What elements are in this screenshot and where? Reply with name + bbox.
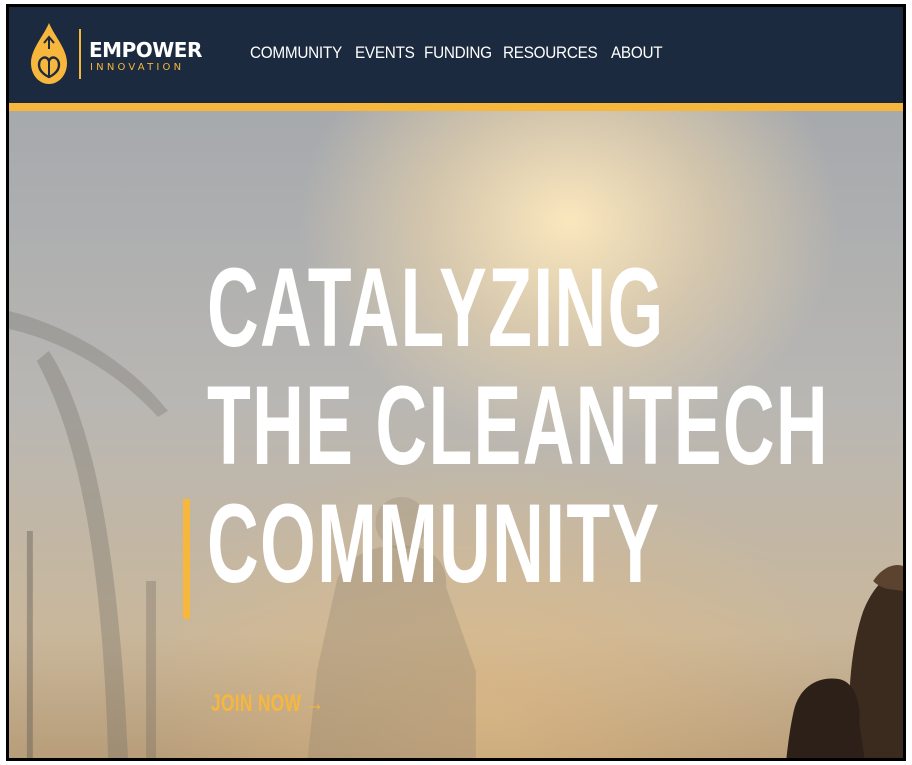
hero-section: CATALYZING THE CLEANTECH COMMUNITY <box>9 111 903 758</box>
hero-headline-line-1: CATALYZING <box>207 245 665 370</box>
page-frame: EMPOWER INNOVATION COMMUNITY EVENTS FUND… <box>6 4 906 761</box>
nav-funding[interactable]: FUNDING <box>424 43 492 63</box>
main-nav: COMMUNITY EVENTS FUNDING RESOURCES ABOUT <box>250 43 668 63</box>
nav-community[interactable]: COMMUNITY <box>250 43 342 63</box>
hero-headline: CATALYZING THE CLEANTECH COMMUNITY <box>207 249 829 603</box>
brand-logo[interactable]: EMPOWER INNOVATION <box>27 21 217 87</box>
hero-headline-line-3: COMMUNITY <box>207 481 661 606</box>
nav-accent-bar <box>9 103 903 111</box>
hero-headline-line-2: THE CLEANTECH <box>207 363 829 488</box>
drop-flame-icon <box>31 23 67 84</box>
logo-divider <box>79 29 81 79</box>
nav-resources[interactable]: RESOURCES <box>503 43 598 63</box>
nav-about[interactable]: ABOUT <box>611 43 663 63</box>
join-now-link[interactable]: JOIN NOW → <box>211 690 324 718</box>
top-navbar: EMPOWER INNOVATION COMMUNITY EVENTS FUND… <box>9 7 903 103</box>
brand-subtitle: INNOVATION <box>90 62 185 73</box>
hero-accent-bar <box>183 499 190 619</box>
nav-events[interactable]: EVENTS <box>355 43 415 63</box>
brand-name: EMPOWER <box>89 38 202 62</box>
